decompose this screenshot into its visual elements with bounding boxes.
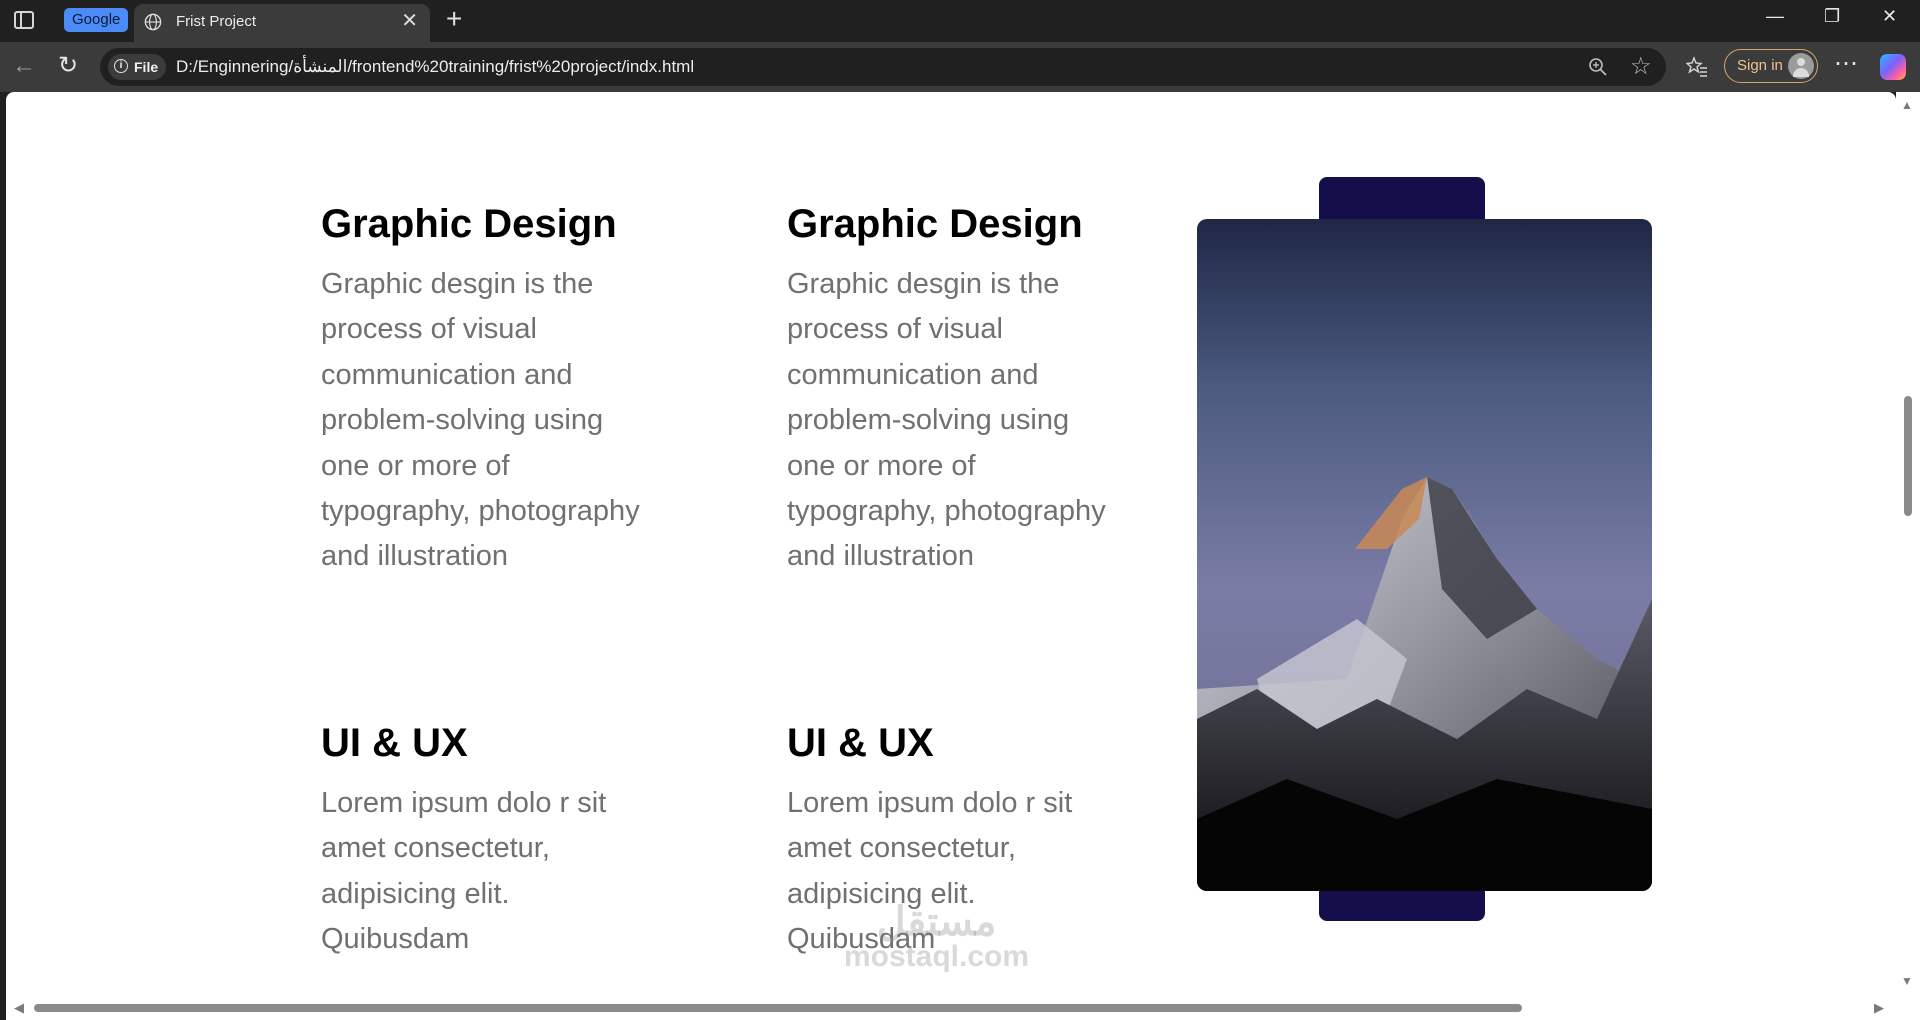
profile-avatar-icon bbox=[1788, 53, 1814, 79]
watermark-arabic: مستقل bbox=[876, 900, 997, 944]
section-heading: Graphic Design bbox=[787, 202, 1083, 246]
horizontal-scrollbar[interactable]: ◀ ▶ bbox=[6, 996, 1896, 1020]
file-label: File bbox=[134, 59, 159, 75]
maximize-button[interactable]: ❐ bbox=[1824, 6, 1840, 27]
more-options-button[interactable]: ⋯ bbox=[1834, 50, 1858, 78]
section-body: Graphic desgin is the process of visual … bbox=[321, 268, 640, 573]
favorites-icon[interactable] bbox=[1686, 56, 1708, 78]
section-heading: UI & UX bbox=[321, 721, 468, 765]
tab-frist-project[interactable]: Frist Project ✕ bbox=[134, 4, 430, 42]
scroll-left-arrow-icon[interactable]: ◀ bbox=[14, 1000, 24, 1016]
sign-in-label: Sign in bbox=[1737, 57, 1783, 74]
google-tab-group[interactable]: Google bbox=[64, 8, 129, 32]
services-column-1-section-2: UI & UX Lorem ipsum dolo r sit amet cons… bbox=[321, 719, 651, 963]
back-button[interactable]: ← bbox=[12, 52, 36, 80]
reload-button[interactable]: ↻ bbox=[58, 52, 78, 80]
scroll-right-arrow-icon[interactable]: ▶ bbox=[1874, 1000, 1884, 1016]
watermark-latin: mostaql.com bbox=[844, 940, 1030, 973]
minimize-button[interactable]: — bbox=[1766, 6, 1784, 27]
scroll-down-arrow-icon[interactable]: ▼ bbox=[1901, 974, 1913, 988]
services-column-1: Graphic Design Graphic desgin is the pro… bbox=[321, 200, 651, 580]
vertical-scroll-thumb[interactable] bbox=[1904, 396, 1912, 516]
site-info-chip[interactable]: i File bbox=[108, 54, 167, 80]
vertical-scrollbar[interactable]: ▲ ▼ bbox=[1896, 92, 1920, 1020]
address-bar[interactable]: i File D:/Enginnering/المنشأة/frontend%2… bbox=[100, 48, 1666, 86]
section-body: Graphic desgin is the process of visual … bbox=[787, 268, 1106, 573]
tab-strip: Google Frist Project ✕ + — ❐ ✕ bbox=[0, 0, 1920, 42]
image-frame bbox=[1197, 177, 1653, 949]
address-toolbar: ← ↻ i File D:/Enginnering/المنشأة/fronte… bbox=[0, 42, 1920, 92]
close-tab-icon[interactable]: ✕ bbox=[401, 11, 418, 31]
favorite-star-icon[interactable]: ☆ bbox=[1630, 52, 1652, 81]
globe-icon bbox=[144, 13, 162, 31]
section-heading: UI & UX bbox=[787, 721, 934, 765]
close-window-button[interactable]: ✕ bbox=[1882, 6, 1897, 27]
section-body: Lorem ipsum dolo r sit amet consectetur,… bbox=[321, 787, 607, 956]
horizontal-scroll-thumb[interactable] bbox=[34, 1004, 1522, 1012]
section-heading: Graphic Design bbox=[321, 202, 617, 246]
services-column-2: Graphic Design Graphic desgin is the pro… bbox=[787, 200, 1117, 580]
scroll-up-arrow-icon[interactable]: ▲ bbox=[1901, 98, 1913, 112]
tab-title: Frist Project bbox=[176, 13, 257, 30]
copilot-icon[interactable] bbox=[1880, 54, 1906, 80]
mountain-photo bbox=[1197, 219, 1652, 891]
new-tab-button[interactable]: + bbox=[446, 4, 462, 34]
zoom-icon[interactable] bbox=[1588, 57, 1608, 77]
page-viewport: Graphic Design Graphic desgin is the pro… bbox=[6, 92, 1896, 996]
mostaql-watermark: مستقل mostaql.com bbox=[844, 902, 1029, 972]
sidebar-icon[interactable] bbox=[14, 11, 34, 29]
url-text[interactable]: D:/Enginnering/المنشأة/frontend%20traini… bbox=[176, 57, 694, 77]
sign-in-button[interactable]: Sign in bbox=[1724, 49, 1818, 83]
info-icon: i bbox=[114, 59, 128, 73]
